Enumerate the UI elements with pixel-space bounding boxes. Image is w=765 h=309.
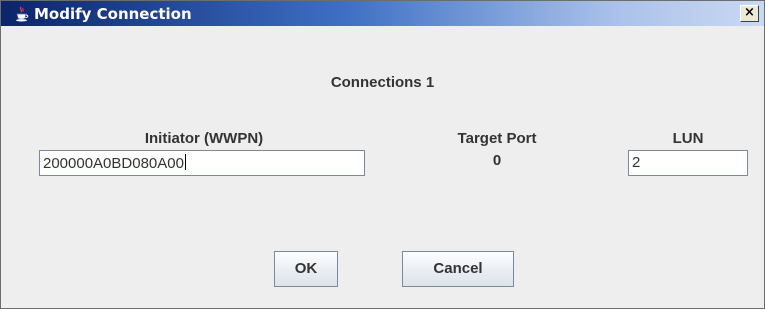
lun-value: 2: [632, 154, 641, 171]
title-bar[interactable]: Modify Connection ×: [1, 1, 764, 26]
window-title: Modify Connection: [34, 5, 192, 23]
cancel-button[interactable]: Cancel: [402, 251, 514, 287]
target-port-value: 0: [492, 152, 502, 169]
lun-label: LUN: [672, 130, 704, 147]
dialog-content: Connections 1 Initiator (WWPN) 200000A0B…: [2, 27, 763, 308]
text-caret: [184, 154, 186, 170]
initiator-label: Initiator (WWPN): [144, 130, 264, 147]
lun-input[interactable]: 2: [628, 150, 748, 176]
target-port-label: Target Port: [457, 130, 537, 147]
initiator-value: 200000A0BD080A00: [43, 155, 184, 172]
ok-button[interactable]: OK: [274, 251, 338, 287]
modify-connection-dialog: Modify Connection × Connections 1 Initia…: [0, 0, 765, 309]
initiator-input[interactable]: 200000A0BD080A00: [39, 150, 365, 176]
close-icon[interactable]: ×: [740, 5, 759, 22]
connections-heading: Connections 1: [330, 74, 435, 91]
java-cup-icon: [14, 6, 30, 22]
